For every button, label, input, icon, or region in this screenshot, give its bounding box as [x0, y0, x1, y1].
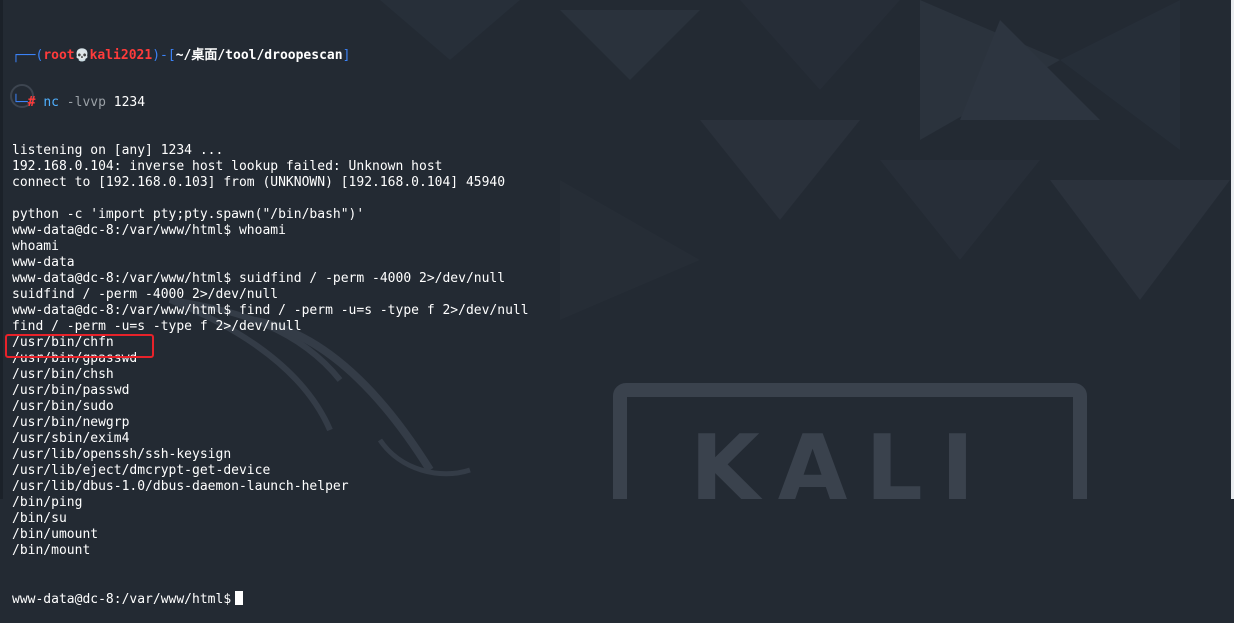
prompt-command-line: └─# nc -lvvp 1234 [12, 95, 146, 110]
text-cursor [235, 591, 244, 605]
terminal-output[interactable]: ┌──(root💀kali2021)-[~/桌面/tool/droopescan… [12, 15, 529, 623]
prompt-host: kali2021 [89, 48, 153, 63]
command-args: -lvvp [66, 95, 106, 110]
terminal-line: whoami [12, 239, 59, 254]
prompt-header: ┌──(root💀kali2021)-[~/桌面/tool/droopescan… [12, 48, 351, 63]
terminal-line: 192.168.0.104: inverse host lookup faile… [12, 159, 443, 174]
terminal-line: /bin/ping [12, 495, 83, 510]
terminal-line: www-data@dc-8:/var/www/html$ whoami [12, 223, 286, 238]
terminal-line: connect to [192.168.0.103] from (UNKNOWN… [12, 175, 506, 190]
svg-text:KALI: KALI [690, 416, 992, 499]
terminal-line: suidfind / -perm -4000 2>/dev/null [12, 287, 279, 302]
prompt-hash: # [27, 95, 36, 110]
terminal-line: /usr/lib/openssh/ssh-keysign [12, 447, 232, 462]
final-prompt-line: www-data@dc-8:/var/www/html$ [12, 591, 529, 607]
terminal-line: /bin/umount [12, 527, 99, 542]
left-panel-edge [0, 0, 3, 499]
command-name: nc [43, 95, 59, 110]
skull-icon: 💀 [74, 48, 90, 62]
prompt-path: ~/桌面/tool/droopescan [175, 48, 343, 63]
terminal-line: /usr/lib/dbus-1.0/dbus-daemon-launch-hel… [12, 479, 349, 494]
terminal-line: www-data@dc-8:/var/www/html$ suidfind / … [12, 271, 506, 286]
terminal-line: /usr/bin/passwd [12, 383, 130, 398]
final-prompt: www-data@dc-8:/var/www/html$ [12, 592, 232, 607]
terminal-line: find / -perm -u=s -type f 2>/dev/null [12, 319, 302, 334]
terminal-line: /usr/bin/sudo [12, 399, 114, 414]
terminal-line: listening on [any] 1234 ... [12, 143, 224, 158]
terminal-line: /usr/sbin/exim4 [12, 431, 130, 446]
command-port: 1234 [113, 95, 146, 110]
terminal-line: /bin/su [12, 511, 67, 526]
terminal-line: python -c 'import pty;pty.spawn("/bin/ba… [12, 207, 365, 222]
terminal-line: /usr/bin/chsh [12, 367, 114, 382]
terminal-line: /usr/lib/eject/dmcrypt-get-device [12, 463, 271, 478]
terminal-line: /usr/bin/newgrp [12, 415, 130, 430]
exim4-highlight-box [5, 334, 154, 358]
terminal-line: www-data [12, 255, 75, 270]
terminal-line: www-data@dc-8:/var/www/html$ find / -per… [12, 303, 529, 318]
prompt-user: root [43, 48, 75, 63]
terminal-line: /bin/mount [12, 543, 91, 558]
